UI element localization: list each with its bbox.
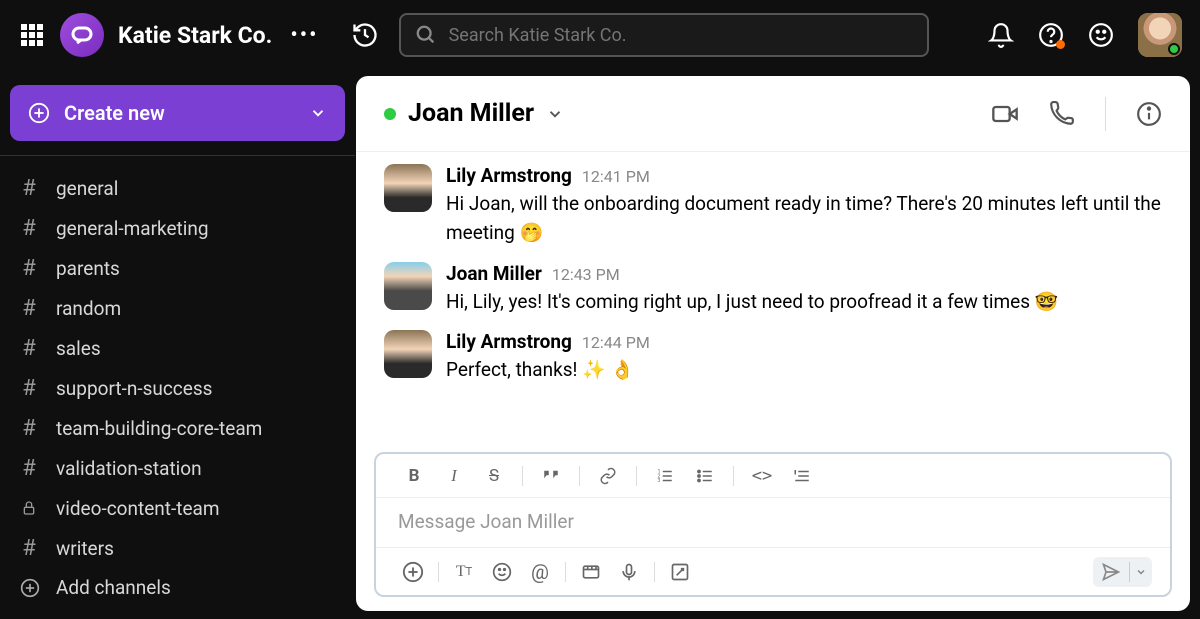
channel-label: writers bbox=[56, 537, 114, 560]
video-clip-button[interactable] bbox=[572, 557, 610, 587]
code-button[interactable]: <> bbox=[742, 461, 782, 491]
search-icon bbox=[415, 24, 437, 46]
sidebar: Create new # general # general-marketing # pa… bbox=[0, 85, 355, 619]
strikethrough-button[interactable]: S bbox=[474, 461, 514, 491]
phone-call-icon[interactable] bbox=[1049, 101, 1075, 127]
channel-label: video-content-team bbox=[56, 497, 220, 520]
link-button[interactable] bbox=[588, 461, 628, 491]
channel-general[interactable]: # general bbox=[0, 168, 355, 208]
hash-icon: # bbox=[20, 456, 38, 481]
hash-icon: # bbox=[20, 536, 38, 561]
create-new-button[interactable]: Create new bbox=[10, 85, 345, 141]
presence-online-icon bbox=[384, 108, 396, 120]
help-notification-dot bbox=[1056, 40, 1065, 49]
add-channels-label: Add channels bbox=[56, 576, 171, 599]
message-text: Perfect, thanks! ✨ 👌 bbox=[446, 355, 1162, 384]
message: Lily Armstrong 12:44 PM Perfect, thanks! ✨… bbox=[384, 330, 1162, 384]
hash-icon: # bbox=[20, 376, 38, 401]
chat-panel: Joan Miller Lily Armstrong 12:41 PM Hi Joa… bbox=[356, 76, 1190, 611]
message-author[interactable]: Lily Armstrong bbox=[446, 164, 572, 187]
search-box[interactable] bbox=[399, 13, 929, 57]
audio-button[interactable] bbox=[610, 557, 648, 587]
send-options-button[interactable] bbox=[1130, 557, 1152, 587]
channel-parents[interactable]: # parents bbox=[0, 248, 355, 288]
chat-title-chevron-icon[interactable] bbox=[546, 105, 564, 123]
message-avatar[interactable] bbox=[384, 164, 432, 212]
message-time: 12:43 PM bbox=[552, 265, 620, 284]
message-author[interactable]: Lily Armstrong bbox=[446, 330, 572, 353]
workspace-menu-icon[interactable]: ••• bbox=[286, 23, 322, 48]
search-input[interactable] bbox=[449, 25, 913, 46]
message-text: Hi, Lily, yes! It's coming right up, I j… bbox=[446, 287, 1162, 316]
channel-general-marketing[interactable]: # general-marketing bbox=[0, 208, 355, 248]
message: Joan Miller 12:43 PM Hi, Lily, yes! It's c… bbox=[384, 262, 1162, 316]
message-author[interactable]: Joan Miller bbox=[446, 262, 542, 285]
composer-input[interactable]: Message Joan Miller bbox=[376, 498, 1170, 547]
codeblock-button[interactable] bbox=[782, 461, 822, 491]
channel-label: random bbox=[56, 297, 121, 320]
bullet-list-button[interactable] bbox=[685, 461, 725, 491]
svg-text:3: 3 bbox=[658, 478, 661, 484]
ordered-list-button[interactable]: 123 bbox=[645, 461, 685, 491]
help-icon[interactable] bbox=[1038, 22, 1064, 48]
channel-team-building-core-team[interactable]: # team-building-core-team bbox=[0, 408, 355, 448]
message: Lily Armstrong 12:41 PM Hi Joan, will the … bbox=[384, 164, 1162, 248]
workspace-logo[interactable] bbox=[60, 13, 104, 57]
chat-header: Joan Miller bbox=[356, 76, 1190, 152]
hash-icon: # bbox=[20, 336, 38, 361]
composer-emoji-button[interactable] bbox=[483, 557, 521, 587]
quote-button[interactable] bbox=[531, 461, 571, 491]
channel-writers[interactable]: # writers bbox=[0, 528, 355, 568]
history-icon[interactable] bbox=[351, 21, 379, 49]
shortcut-button[interactable] bbox=[661, 557, 699, 587]
text-format-button[interactable]: TT bbox=[445, 557, 483, 587]
hash-icon: # bbox=[20, 416, 38, 441]
notifications-icon[interactable] bbox=[988, 22, 1014, 48]
channel-video-content-team[interactable]: video-content-team bbox=[0, 488, 355, 528]
send-button[interactable] bbox=[1093, 557, 1129, 587]
info-icon[interactable] bbox=[1136, 101, 1162, 127]
video-call-icon[interactable] bbox=[991, 100, 1019, 128]
message-time: 12:44 PM bbox=[582, 333, 650, 352]
channel-sales[interactable]: # sales bbox=[0, 328, 355, 368]
italic-button[interactable]: I bbox=[434, 461, 474, 491]
create-new-label: Create new bbox=[64, 101, 165, 125]
bold-button[interactable]: B bbox=[394, 461, 434, 491]
channel-random[interactable]: # random bbox=[0, 288, 355, 328]
hash-icon: # bbox=[20, 216, 38, 241]
hash-icon: # bbox=[20, 176, 38, 201]
channel-label: parents bbox=[56, 257, 120, 280]
emoji-icon[interactable] bbox=[1088, 22, 1114, 48]
workspace-name[interactable]: Katie Stark Co. bbox=[118, 22, 272, 49]
channel-label: validation-station bbox=[56, 457, 202, 480]
plus-circle-icon bbox=[28, 102, 50, 124]
add-channels-button[interactable]: Add channels bbox=[0, 568, 355, 607]
message-list: Lily Armstrong 12:41 PM Hi Joan, will the … bbox=[356, 152, 1190, 444]
chevron-down-icon bbox=[309, 104, 327, 122]
message-avatar[interactable] bbox=[384, 330, 432, 378]
mention-button[interactable]: @ bbox=[521, 557, 559, 587]
channel-support-n-success[interactable]: # support-n-success bbox=[0, 368, 355, 408]
plus-icon bbox=[20, 578, 38, 598]
message-time: 12:41 PM bbox=[582, 167, 650, 186]
message-composer: B I S 123 <> Message Joan Mille bbox=[374, 452, 1172, 597]
message-avatar[interactable] bbox=[384, 262, 432, 310]
user-status-online bbox=[1168, 43, 1180, 55]
channel-label: sales bbox=[56, 337, 101, 360]
channel-validation-station[interactable]: # validation-station bbox=[0, 448, 355, 488]
apps-grid-icon[interactable] bbox=[18, 21, 46, 49]
lock-icon bbox=[20, 500, 38, 516]
hash-icon: # bbox=[20, 296, 38, 321]
channel-label: support-n-success bbox=[56, 377, 212, 400]
channel-label: team-building-core-team bbox=[56, 417, 262, 440]
hash-icon: # bbox=[20, 256, 38, 281]
chat-title[interactable]: Joan Miller bbox=[408, 99, 534, 128]
attach-button[interactable] bbox=[394, 557, 432, 587]
channel-label: general-marketing bbox=[56, 217, 209, 240]
user-avatar[interactable] bbox=[1138, 13, 1182, 57]
message-text: Hi Joan, will the onboarding document re… bbox=[446, 189, 1162, 248]
channel-label: general bbox=[56, 177, 118, 200]
